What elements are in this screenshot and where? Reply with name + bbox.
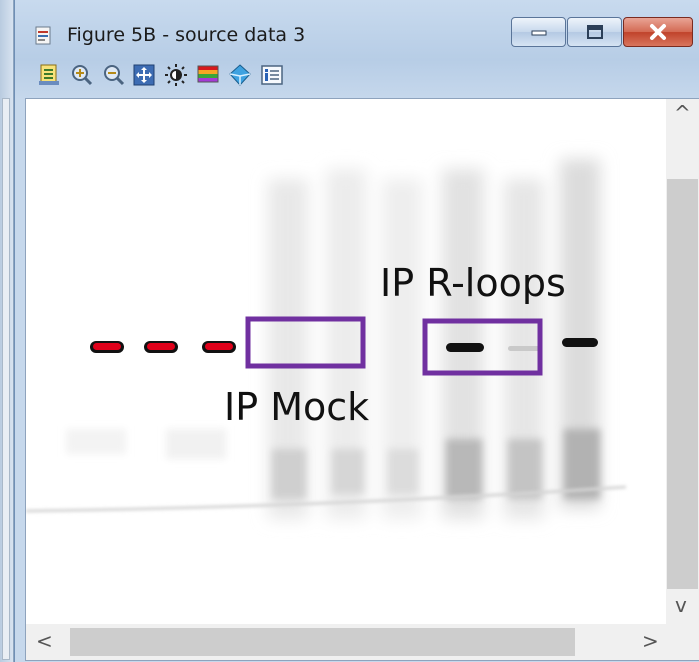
horizontal-scroll-thumb[interactable]	[70, 628, 575, 656]
scroll-right-arrow[interactable]: >	[642, 631, 659, 651]
properties-icon	[39, 64, 59, 85]
vertical-scroll-thumb[interactable]	[667, 179, 698, 589]
close-button[interactable]	[623, 17, 693, 47]
zoom-out-icon	[104, 65, 125, 86]
color-palette-icon	[197, 65, 219, 83]
zoom-in-button[interactable]	[69, 62, 95, 88]
vertical-scrollbar[interactable]: ^ v	[666, 99, 699, 625]
scroll-left-arrow[interactable]: <	[36, 631, 53, 651]
window-title: Figure 5B - source data 3	[67, 24, 306, 46]
app-icon	[35, 26, 51, 45]
properties-button[interactable]	[37, 62, 63, 88]
brightness-icon	[165, 64, 187, 86]
scroll-up-arrow[interactable]: ^	[674, 103, 691, 123]
info-icon	[261, 65, 283, 85]
zoom-in-icon	[72, 65, 93, 86]
color-palette-button[interactable]	[195, 62, 221, 88]
western-blot-image	[26, 99, 666, 625]
zoom-out-button[interactable]	[101, 62, 127, 88]
fit-to-window-button[interactable]	[131, 62, 157, 88]
info-button[interactable]	[259, 62, 285, 88]
fit-to-window-icon	[133, 64, 155, 86]
scroll-down-arrow[interactable]: v	[675, 595, 687, 615]
saturated-bands	[90, 341, 236, 353]
image-viewer-window: Figure 5B - source data 3 IP R-loops IP …	[14, 0, 699, 662]
3d-view-icon	[229, 64, 251, 86]
minimize-button[interactable]	[511, 17, 566, 47]
maximize-icon	[586, 25, 603, 39]
brightness-button[interactable]	[163, 62, 189, 88]
toolbar	[15, 56, 699, 96]
image-canvas[interactable]: IP R-loops IP Mock ^ v < >	[25, 98, 699, 661]
close-icon	[650, 24, 666, 40]
3d-view-button[interactable]	[227, 62, 253, 88]
background-window-edge	[0, 0, 14, 662]
minimize-icon	[531, 30, 546, 36]
maximize-button[interactable]	[567, 17, 622, 47]
rloops-label: IP R-loops	[380, 261, 566, 305]
title-bar[interactable]: Figure 5B - source data 3	[15, 0, 699, 56]
horizontal-scrollbar[interactable]: < >	[26, 624, 699, 660]
mock-label: IP Mock	[224, 385, 370, 429]
